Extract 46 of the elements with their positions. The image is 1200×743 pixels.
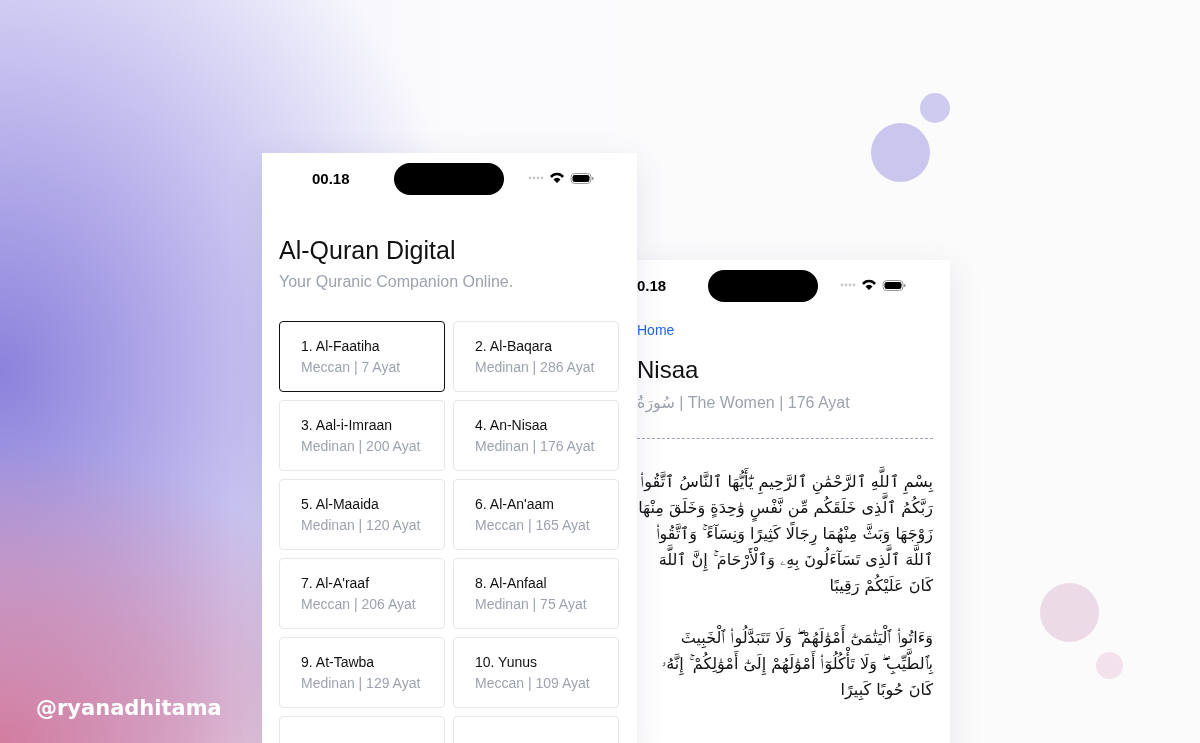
surah-info: Medinan | 200 Ayat — [301, 438, 422, 454]
surah-title: Nisaa — [637, 356, 700, 384]
wifi-icon — [549, 172, 565, 184]
surah-info: Meccan | 165 Ayat — [475, 517, 591, 533]
decorative-circle — [1096, 652, 1123, 679]
surah-info: Medinan | 286 Ayat — [475, 359, 596, 375]
surah-info: Meccan | 206 Ayat — [301, 596, 417, 612]
surah-name: 2. Al-Baqara — [475, 338, 554, 354]
surah-name: 4. An-Nisaa — [475, 417, 549, 433]
battery-icon — [882, 279, 906, 291]
surah-card[interactable]: 2. Al-Baqara Medinan | 286 Ayat — [453, 321, 619, 392]
surah-card[interactable]: 5. Al-Maaida Medinan | 120 Ayat — [279, 479, 445, 550]
wifi-icon — [861, 279, 877, 291]
surah-card[interactable]: 1. Al-Faatiha Meccan | 7 Ayat — [279, 321, 445, 392]
surah-card[interactable]: 9. At-Tawba Medinan | 129 Ayat — [279, 637, 445, 708]
status-time: 0.18 — [637, 277, 667, 294]
verse-text: وَءَاتُوا۟ ٱلْيَتَٰمَىٰٓ أَمْوَٰلَهُمْ ۖ وَلَا تَتَبَدَّلُوا۟ ٱلْخَبِيثَ بِٱلطَّيِّبِ ۖ وَلَا تَأْكُلُوٓا۟ أَمْوَٰلَهُمْ إِلَىٰٓ أَمْوَٰلِكُمْ ۚ إِنَّهُۥ كَانَ حُوبًا كَبِيرًا — [637, 625, 933, 703]
surah-name: 5. Al-Maaida — [301, 496, 380, 512]
surah-info: Meccan | 7 Ayat — [301, 359, 402, 375]
surah-subtitle: سُورَةُ | The Women | 176 Ayat — [637, 393, 851, 412]
status-time: 00.18 — [312, 170, 350, 187]
back-home-link[interactable]: Home — [637, 322, 933, 338]
surah-name: 9. At-Tawba — [301, 654, 376, 670]
surah-name: 3. Aal-i-Imraan — [301, 417, 394, 433]
surah-name: 6. Al-An'aam — [475, 496, 555, 512]
surah-card[interactable]: 7. Al-A'raaf Meccan | 206 Ayat — [279, 558, 445, 629]
signal-dots-icon — [528, 176, 544, 180]
signal-dots-icon — [840, 283, 856, 287]
surah-name: 10. Yunus — [475, 654, 539, 670]
surah-card[interactable]: 10. Yunus Meccan | 109 Ayat — [453, 637, 619, 708]
surah-card[interactable]: 8. Al-Anfaal Medinan | 75 Ayat — [453, 558, 619, 629]
surah-info: Meccan | 109 Ayat — [475, 675, 591, 691]
surah-name: 8. Al-Anfaal — [475, 575, 548, 591]
author-handle: @ryanadhitama — [36, 696, 222, 720]
surah-info: Medinan | 75 Ayat — [475, 596, 588, 612]
surah-card[interactable]: 6. Al-An'aam Meccan | 165 Ayat — [453, 479, 619, 550]
surah-name: 7. Al-A'raaf — [301, 575, 371, 591]
surah-name: 1. Al-Faatiha — [301, 338, 381, 354]
surah-card[interactable]: 3. Aal-i-Imraan Medinan | 200 Ayat — [279, 400, 445, 471]
surah-info: Medinan | 129 Ayat — [301, 675, 422, 691]
surah-card[interactable]: 4. An-Nisaa Medinan | 176 Ayat — [453, 400, 619, 471]
app-title: Al-Quran Digital — [279, 236, 457, 265]
surah-info: Medinan | 120 Ayat — [301, 517, 422, 533]
battery-icon — [570, 172, 594, 184]
app-subtitle: Your Quranic Companion Online. — [279, 273, 515, 291]
surah-info: Medinan | 176 Ayat — [475, 438, 596, 454]
